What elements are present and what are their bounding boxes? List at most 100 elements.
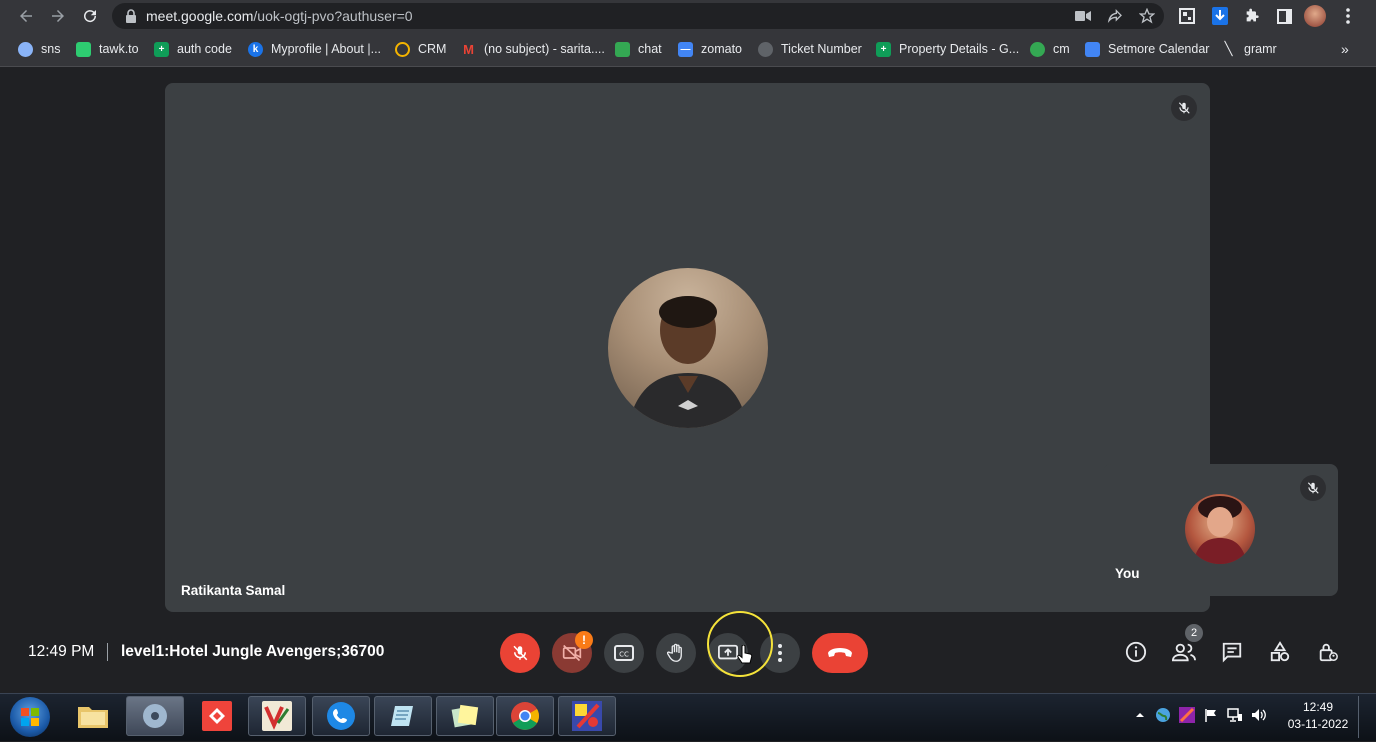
tray-app-icon[interactable] bbox=[1179, 707, 1195, 723]
show-hidden-icons-button[interactable] bbox=[1132, 707, 1148, 723]
camera-in-use-icon[interactable] bbox=[1074, 7, 1092, 25]
more-menu-icon[interactable] bbox=[1337, 5, 1359, 27]
people-icon bbox=[1172, 643, 1196, 662]
taskbar-sticky-notes[interactable] bbox=[436, 696, 494, 736]
shapes-icon bbox=[1270, 641, 1290, 662]
zomato-icon: — bbox=[678, 41, 693, 57]
start-button[interactable] bbox=[10, 697, 50, 737]
bookmark-tawk[interactable]: tawk.to bbox=[76, 40, 139, 58]
more-vert-icon bbox=[778, 644, 782, 662]
taskbar-app-v[interactable] bbox=[248, 696, 306, 736]
windows-logo-icon bbox=[21, 708, 39, 726]
taskbar-anydesk[interactable] bbox=[188, 696, 246, 736]
taskbar-chrome[interactable] bbox=[496, 696, 554, 736]
more-bookmarks-button[interactable]: » bbox=[1341, 40, 1349, 58]
bookmark-zomato[interactable]: — zomato bbox=[678, 40, 742, 58]
flag-icon bbox=[1205, 709, 1216, 722]
info-icon bbox=[1125, 641, 1147, 663]
bookmark-gmail[interactable]: M (no subject) - sarita.... bbox=[461, 40, 605, 58]
bookmark-cm[interactable]: cm bbox=[1030, 40, 1070, 58]
arrow-right-icon bbox=[52, 10, 64, 22]
bookmark-myprofile[interactable]: k Myprofile | About |... bbox=[248, 40, 381, 58]
bookmark-chat[interactable]: chat bbox=[615, 40, 662, 58]
notepad-icon bbox=[391, 706, 413, 726]
globe-icon bbox=[758, 41, 773, 57]
people-count-badge: 2 bbox=[1185, 624, 1203, 642]
k-icon: k bbox=[248, 41, 263, 57]
raise-hand-button[interactable] bbox=[656, 633, 696, 673]
lock-icon bbox=[122, 7, 140, 25]
bookmark-crm[interactable]: CRM bbox=[395, 40, 446, 58]
gmail-icon: M bbox=[463, 41, 474, 57]
self-mic-muted-icon bbox=[1300, 475, 1326, 501]
participant-avatar bbox=[608, 268, 768, 428]
extensions-puzzle-icon[interactable] bbox=[1241, 5, 1263, 27]
taskbar-phone[interactable] bbox=[312, 696, 370, 736]
self-label: You bbox=[1115, 566, 1140, 581]
arrow-left-icon bbox=[20, 10, 32, 22]
chat-button[interactable] bbox=[1217, 637, 1247, 667]
closed-captions-icon: CC bbox=[614, 645, 634, 661]
share-icon[interactable] bbox=[1106, 7, 1124, 25]
bookmark-sns[interactable]: sns bbox=[18, 40, 60, 58]
leave-call-button[interactable] bbox=[812, 633, 868, 673]
address-bar[interactable]: meet.google.com/uok-ogtj-pvo?authuser=0 bbox=[112, 3, 1164, 29]
taskbar-file-explorer[interactable] bbox=[64, 696, 122, 736]
reload-icon bbox=[84, 10, 97, 23]
bar-divider bbox=[107, 643, 108, 661]
phone-icon bbox=[327, 702, 355, 730]
tray-network[interactable] bbox=[1227, 707, 1243, 723]
bookmark-property-details[interactable]: + Property Details - G... bbox=[876, 40, 1019, 58]
hand-icon bbox=[667, 643, 682, 662]
microphone-toggle-button[interactable] bbox=[500, 633, 540, 673]
sticky-notes-icon bbox=[451, 704, 479, 728]
hang-up-icon bbox=[828, 648, 852, 657]
tray-network-globe[interactable] bbox=[1155, 707, 1171, 723]
sheets-icon: + bbox=[154, 41, 169, 57]
side-panel-icon[interactable] bbox=[1273, 5, 1295, 27]
taskbar-media-player[interactable] bbox=[126, 696, 184, 736]
colorful-tray-icon bbox=[1179, 707, 1195, 723]
bookmark-setmore[interactable]: Setmore Calendar bbox=[1085, 40, 1209, 58]
network-icon bbox=[1227, 708, 1242, 722]
browser-chrome: meet.google.com/uok-ogtj-pvo?authuser=0 … bbox=[0, 0, 1376, 66]
qr-extension-icon[interactable] bbox=[1176, 5, 1198, 27]
sns-icon bbox=[18, 41, 33, 57]
tray-action-center[interactable] bbox=[1203, 707, 1219, 723]
url-text: meet.google.com/uok-ogtj-pvo?authuser=0 bbox=[146, 8, 413, 24]
self-avatar bbox=[1185, 494, 1255, 564]
bookmarks-bar: sns tawk.to + auth code k Myprofile | Abou… bbox=[0, 36, 1376, 62]
bookmark-ticket-number[interactable]: Ticket Number bbox=[758, 40, 862, 58]
taskbar-notepad[interactable] bbox=[374, 696, 432, 736]
bookmark-gramr[interactable]: ╲ gramr bbox=[1221, 40, 1277, 58]
back-button[interactable] bbox=[14, 4, 38, 28]
forward-button[interactable] bbox=[46, 4, 70, 28]
setmore-icon bbox=[1085, 41, 1100, 57]
host-controls-button[interactable] bbox=[1313, 637, 1343, 667]
anydesk-icon bbox=[202, 701, 232, 731]
captions-button[interactable]: CC bbox=[604, 633, 644, 673]
bookmark-auth-code[interactable]: + auth code bbox=[154, 40, 232, 58]
bookmark-star-icon[interactable] bbox=[1138, 7, 1156, 25]
tray-volume[interactable] bbox=[1251, 707, 1267, 723]
mic-off-icon bbox=[513, 645, 528, 661]
meeting-code: level1:Hotel Jungle Avengers;36700 bbox=[121, 643, 385, 660]
reload-button[interactable] bbox=[78, 4, 102, 28]
activities-button[interactable] bbox=[1265, 637, 1295, 667]
self-view-tile[interactable]: You bbox=[1103, 464, 1338, 596]
main-participant-tile[interactable]: Ratikanta Samal bbox=[165, 83, 1210, 612]
chevron-up-icon bbox=[1136, 713, 1144, 717]
meet-window: Ratikanta Samal You 12:49 PM level1:Hote… bbox=[4, 67, 1370, 693]
meeting-details-button[interactable] bbox=[1121, 637, 1151, 667]
taskbar-paint-app[interactable] bbox=[558, 696, 616, 736]
taskbar-date[interactable]: 03-11-2022 bbox=[1280, 717, 1356, 731]
globe-tray-icon bbox=[1156, 708, 1170, 722]
taskbar-time[interactable]: 12:49 bbox=[1290, 700, 1346, 714]
profile-avatar[interactable] bbox=[1304, 5, 1326, 27]
show-desktop-button[interactable] bbox=[1358, 696, 1371, 738]
download-extension-icon[interactable] bbox=[1209, 5, 1231, 27]
disc-icon bbox=[143, 704, 167, 728]
chat-bubble-icon bbox=[1222, 642, 1242, 663]
participant-name: Ratikanta Samal bbox=[181, 583, 286, 598]
svg-text:CC: CC bbox=[619, 651, 629, 659]
